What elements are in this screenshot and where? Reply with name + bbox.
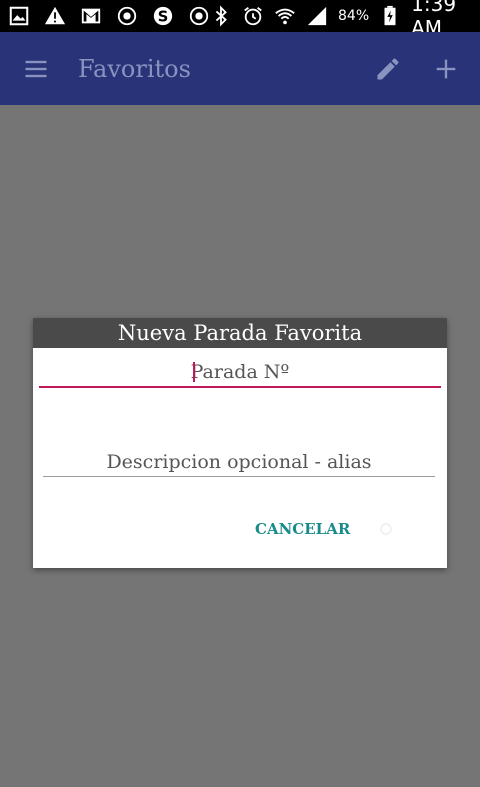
gmail-icon [80,5,102,27]
edit-icon [377,58,399,79]
new-favorite-stop-dialog: Nueva Parada Favorita CANCELAR [33,318,447,568]
shield-icon [116,5,138,27]
shield-icon [188,5,210,27]
text-cursor [193,362,195,382]
add-button[interactable] [424,47,468,91]
stop-number-input[interactable] [39,358,441,388]
warning-icon [44,5,66,27]
alarm-icon [242,5,264,27]
screen: S 84% 1:39 AM Favoritos Nueva Parada Fav… [0,0,480,787]
status-bar: S 84% 1:39 AM [0,0,480,40]
battery-percent: 84% [338,8,370,24]
signal-icon [306,5,328,27]
page-title: Favoritos [78,54,191,83]
app-bar: Favoritos [0,32,480,105]
description-input[interactable] [43,448,435,477]
battery-charging-icon [379,5,401,27]
skype-icon: S [152,5,174,27]
wifi-icon [274,5,296,27]
gallery-icon [8,5,30,27]
svg-text:S: S [158,9,169,26]
status-left-icons: S [8,5,210,27]
menu-button[interactable] [22,55,50,83]
faded-icon [379,521,393,535]
hamburger-menu-icon [25,60,47,77]
add-icon [436,59,456,78]
cancel-button[interactable]: CANCELAR [247,516,358,542]
bluetooth-icon [210,5,232,27]
edit-button[interactable] [366,47,410,91]
dialog-title: Nueva Parada Favorita [33,318,447,348]
